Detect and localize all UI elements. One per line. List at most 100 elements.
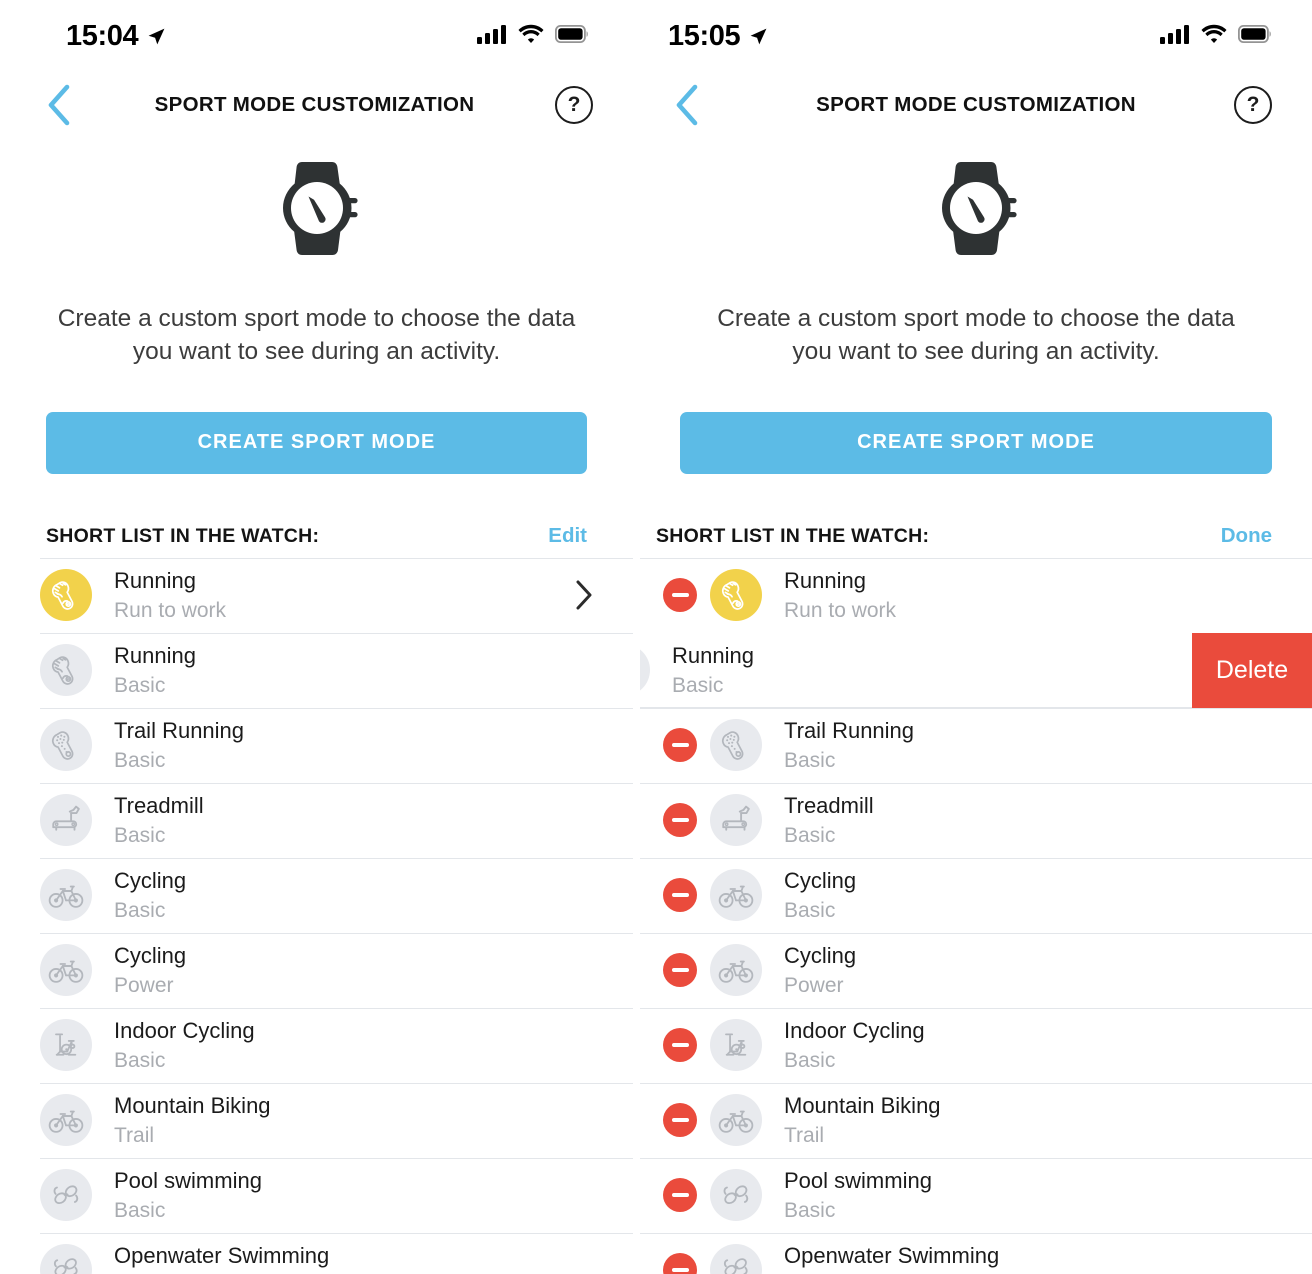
create-sport-mode-button[interactable]: CREATE SPORT MODE — [680, 411, 1272, 474]
create-sport-mode-button[interactable]: CREATE SPORT MODE — [46, 411, 587, 474]
table-row[interactable]: Mountain Biking Trail — [0, 1082, 633, 1158]
table-row[interactable]: Treadmill Basic — [640, 782, 1312, 858]
table-row[interactable]: Cycling Basic — [0, 857, 633, 933]
hero-section: Create a custom sport mode to choose the… — [0, 138, 633, 369]
status-right — [1160, 24, 1272, 49]
table-row[interactable]: Running Basic — [0, 632, 633, 708]
row-text: Running Basic — [672, 643, 754, 698]
row-subtitle: Basic — [114, 1048, 166, 1072]
panel-separator — [633, 0, 640, 1274]
help-button[interactable]: ? — [555, 86, 593, 124]
openwater-goggles-icon — [710, 1244, 762, 1274]
swim-goggles-icon — [40, 1169, 92, 1222]
remove-row-icon[interactable] — [663, 1178, 697, 1213]
bicycle-icon — [710, 944, 762, 997]
section-action-button[interactable]: Edit — [548, 524, 587, 548]
row-subtitle: Trail — [784, 1123, 825, 1147]
table-row[interactable]: Trail Running Basic — [640, 707, 1312, 783]
row-subtitle: Basic — [114, 823, 166, 847]
stationary-bike-icon — [40, 1019, 92, 1072]
row-title: Openwater Swimming — [114, 1242, 330, 1268]
remove-row-icon[interactable] — [663, 953, 697, 988]
table-row[interactable]: Indoor Cycling Basic — [640, 1007, 1312, 1083]
row-text: Trail Running Basic — [784, 718, 914, 773]
location-arrow-icon — [749, 27, 768, 46]
row-title: Treadmill — [114, 792, 204, 818]
remove-row-icon[interactable] — [663, 803, 697, 838]
row-text: Indoor Cycling Basic — [114, 1018, 255, 1073]
battery-full-icon — [554, 24, 589, 48]
row-subtitle: Run to work — [784, 598, 897, 622]
row-subtitle: Basic — [784, 1048, 836, 1072]
bicycle-icon — [710, 1094, 762, 1147]
back-button[interactable] — [674, 83, 704, 127]
table-row[interactable]: Pool swimming Basic — [0, 1157, 633, 1233]
smartwatch-icon — [0, 160, 633, 272]
row-text: Treadmill Basic — [114, 793, 204, 848]
bicycle-icon — [40, 1094, 92, 1147]
row-subtitle: Basic — [784, 898, 836, 922]
status-right — [477, 24, 589, 49]
table-row[interactable]: Cycling Basic — [640, 857, 1312, 933]
row-title: Cycling — [114, 867, 187, 893]
remove-row-icon[interactable] — [663, 1103, 697, 1138]
row-title: Treadmill — [784, 792, 874, 818]
row-text: Cycling Basic — [784, 868, 856, 923]
sport-mode-list: Running Run to work Running Basic Trail Runn… — [0, 557, 633, 1274]
swim-goggles-icon — [710, 1169, 762, 1222]
dual-screenshot-stage: 15:04 SPORT MODE CUSTOMIZATION? Create a c… — [0, 0, 1312, 1274]
section-action-button[interactable]: Done — [1221, 524, 1272, 548]
bicycle-icon — [40, 869, 92, 922]
table-row[interactable]: Openwater SwimmingBasic — [0, 1232, 633, 1274]
row-title: Pool swimming — [114, 1167, 262, 1193]
screen-right: 15:05 SPORT MODE CUSTOMIZATION? Create a c… — [640, 0, 1312, 1274]
table-row[interactable]: Running Run to work — [0, 557, 633, 633]
nav-bar: SPORT MODE CUSTOMIZATION? — [640, 72, 1312, 138]
row-subtitle: Power — [114, 973, 174, 997]
row-text: Running Basic — [114, 643, 196, 698]
chevron-right-icon[interactable] — [575, 580, 593, 610]
table-row[interactable]: Pool swimming Basic — [640, 1157, 1312, 1233]
row-text: Running Run to work — [114, 568, 226, 623]
delete-button[interactable]: Delete — [1192, 632, 1312, 708]
section-header: SHORT LIST IN THE WATCH: Edit — [0, 524, 633, 558]
table-row[interactable]: Cycling Power — [0, 932, 633, 1008]
remove-row-icon[interactable] — [663, 728, 697, 763]
screen-left: 15:04 SPORT MODE CUSTOMIZATION? Create a c… — [0, 0, 633, 1274]
remove-row-icon[interactable] — [663, 578, 697, 613]
row-text: Cycling Basic — [114, 868, 186, 923]
table-row[interactable]: Cycling Power — [640, 932, 1312, 1008]
row-text: Running Run to work — [784, 568, 896, 623]
treadmill-icon — [40, 794, 92, 847]
table-row[interactable]: Indoor Cycling Basic — [0, 1007, 633, 1083]
cellular-bars-icon — [477, 24, 507, 49]
remove-row-icon[interactable] — [663, 1028, 697, 1063]
remove-row-icon[interactable] — [663, 1253, 697, 1274]
table-row[interactable]: Openwater SwimmingBasic — [640, 1232, 1312, 1274]
row-title: Running — [114, 642, 196, 668]
remove-row-icon[interactable] — [663, 878, 697, 913]
running-shoe-icon — [40, 569, 92, 622]
help-button[interactable]: ? — [1234, 86, 1272, 124]
row-title: Mountain Biking — [114, 1092, 271, 1118]
stationary-bike-icon — [710, 1019, 762, 1072]
table-row[interactable]: Trail Running Basic — [0, 707, 633, 783]
battery-full-icon — [1237, 24, 1272, 48]
sport-mode-list: Running Run to work Running Basic Delete Trai… — [640, 557, 1312, 1274]
status-bar: 15:05 — [640, 0, 1312, 72]
status-time: 15:04 — [66, 19, 139, 52]
row-title: Mountain Biking — [784, 1092, 941, 1118]
row-title: Pool swimming — [784, 1167, 932, 1193]
table-row[interactable]: Running Basic Delete — [640, 632, 1312, 708]
table-row[interactable]: Treadmill Basic — [0, 782, 633, 858]
row-title: Cycling — [784, 867, 857, 893]
hero-section: Create a custom sport mode to choose the… — [640, 138, 1312, 369]
row-subtitle: Basic — [114, 898, 166, 922]
nav-bar: SPORT MODE CUSTOMIZATION? — [0, 72, 633, 138]
cta-container: CREATE SPORT MODE — [0, 411, 633, 474]
table-row[interactable]: Mountain Biking Trail — [640, 1082, 1312, 1158]
row-subtitle: Basic — [114, 673, 166, 697]
back-button[interactable] — [46, 83, 76, 127]
hero-description: Create a custom sport mode to choose the… — [57, 305, 576, 366]
table-row[interactable]: Running Run to work — [640, 557, 1312, 633]
